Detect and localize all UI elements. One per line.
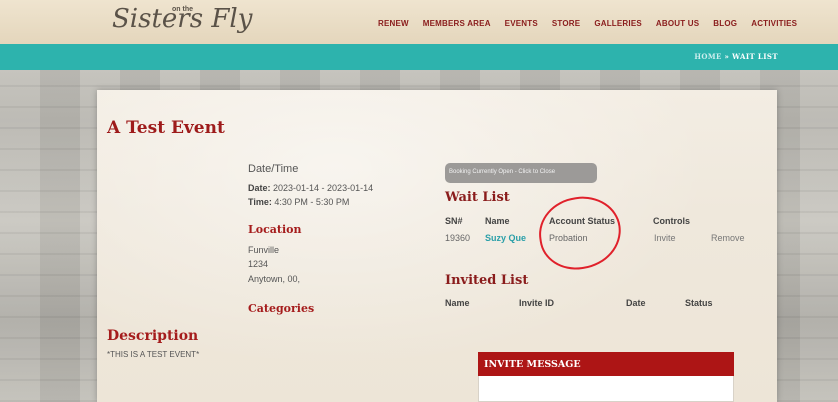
date-value: 2023-01-14 - 2023-01-14 <box>270 183 374 193</box>
invited-col-invite-id: Invite ID <box>519 298 555 308</box>
nav-galleries[interactable]: GALLERIES <box>594 19 642 28</box>
description-heading: Description <box>107 328 199 344</box>
breadcrumb-home-link[interactable]: HOME <box>694 52 721 61</box>
wait-col-controls: Controls <box>653 216 690 226</box>
invited-col-date: Date <box>626 298 646 308</box>
wait-row-sn: 19360 <box>445 233 471 243</box>
main-nav: RENEW MEMBERS AREA EVENTS STORE GALLERIE… <box>378 19 811 28</box>
wait-col-name: Name <box>485 216 510 226</box>
wait-col-sn: SN# <box>445 216 463 226</box>
event-time: Time: 4:30 PM - 5:30 PM <box>248 197 349 207</box>
location-heading: Location <box>248 223 302 236</box>
time-label: Time: <box>248 197 272 207</box>
invite-link[interactable]: Invite <box>654 233 676 243</box>
location-line-2: 1234 <box>248 259 269 269</box>
invited-col-status: Status <box>685 298 713 308</box>
description-text: *THIS IS A TEST EVENT* <box>107 350 200 359</box>
location-line-3: Anytown, 00, <box>248 274 301 284</box>
invited-col-name: Name <box>445 298 470 308</box>
wait-row-name-link[interactable]: Suzy Que <box>485 233 526 243</box>
event-title: A Test Event <box>107 118 225 138</box>
nav-about-us[interactable]: ABOUT US <box>656 19 699 28</box>
event-date: Date: 2023-01-14 - 2023-01-14 <box>248 183 373 193</box>
breadcrumb: HOME » WAIT LIST <box>694 52 778 61</box>
site-logo-sup: on the <box>172 6 193 13</box>
invited-list-heading: Invited List <box>445 273 529 288</box>
nav-blog[interactable]: BLOG <box>713 19 737 28</box>
time-value: 4:30 PM - 5:30 PM <box>271 197 350 207</box>
nav-store[interactable]: STORE <box>552 19 580 28</box>
breadcrumb-current: WAIT LIST <box>732 52 778 61</box>
breadcrumb-separator: » <box>721 52 733 61</box>
nav-members-area[interactable]: MEMBERS AREA <box>423 19 491 28</box>
booking-toggle-button[interactable]: Booking Currently Open - Click to Close <box>445 163 597 183</box>
categories-heading: Categories <box>248 302 315 315</box>
datetime-heading: Date/Time <box>248 163 299 175</box>
remove-link[interactable]: Remove <box>711 233 745 243</box>
nav-renew[interactable]: RENEW <box>378 19 409 28</box>
location-line-1: Funville <box>248 245 280 255</box>
date-label: Date: <box>248 183 271 193</box>
nav-events[interactable]: EVENTS <box>505 19 538 28</box>
invite-message-heading: INVITE MESSAGE <box>478 352 734 376</box>
wait-list-heading: Wait List <box>445 190 510 205</box>
nav-activities[interactable]: ACTIVITIES <box>751 19 797 28</box>
